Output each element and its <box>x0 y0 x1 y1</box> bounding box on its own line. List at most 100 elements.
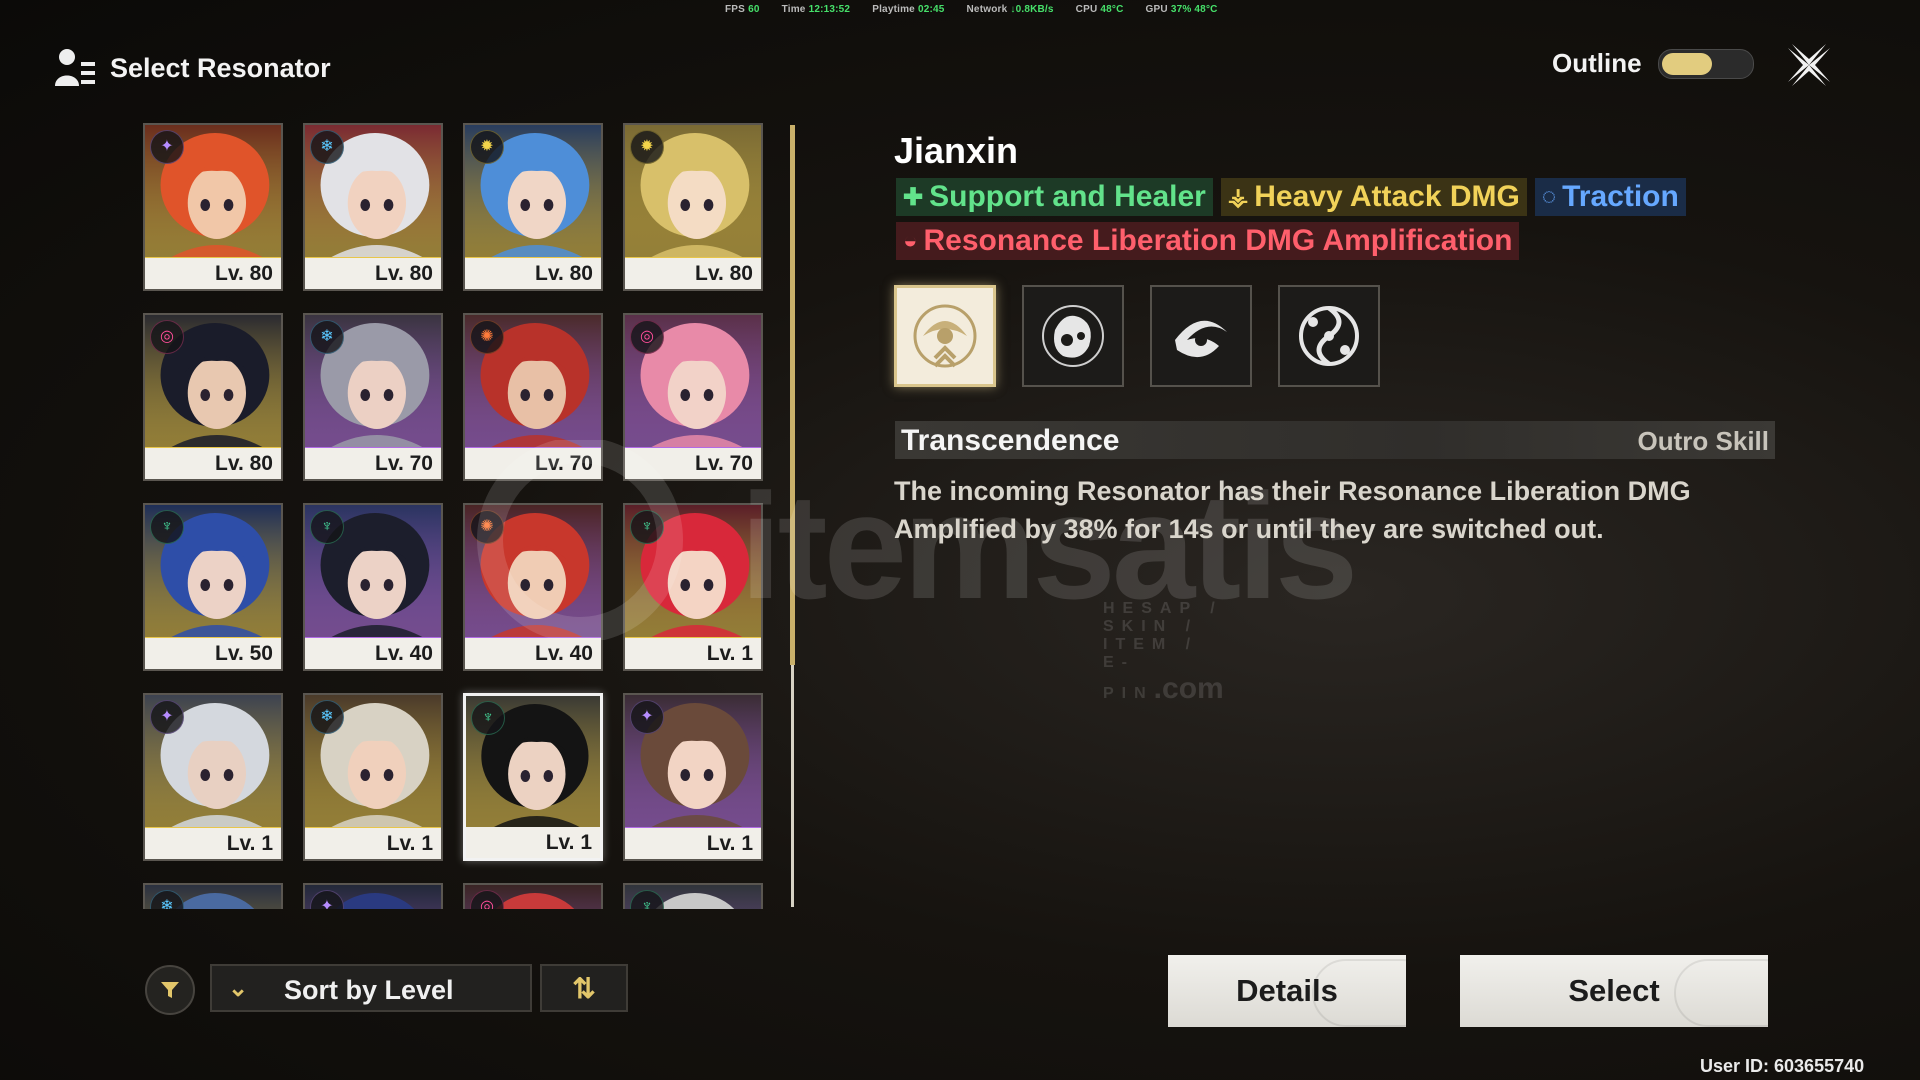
resonator-level: Lv. 70 <box>375 452 433 475</box>
outline-label: Outline <box>1552 48 1642 78</box>
fusion-icon: ✺ <box>470 320 504 354</box>
resonator-level: Lv. 70 <box>535 452 593 475</box>
watermark-subtext: HESAP / SKIN / ITEM / E-PIN.com <box>1103 600 1224 705</box>
details-button[interactable]: Details <box>1168 955 1406 1027</box>
level-bar: Lv. 70 <box>305 448 441 479</box>
user-id: User ID: 603655740 <box>1700 1056 1865 1076</box>
tag-label: Resonance Liberation DMG Amplification <box>923 224 1513 257</box>
select-button[interactable]: Select <box>1460 955 1768 1027</box>
level-bar: Lv. 50 <box>145 638 281 669</box>
filter-button[interactable] <box>145 965 195 1015</box>
glacio-icon: ❄ <box>310 130 344 164</box>
roster-scroll-thumb[interactable] <box>790 125 795 665</box>
character-tags: ✚ Support and Healer ⚶ Heavy Attack DMG ◌ Tra… <box>896 178 1766 266</box>
resonator-level: Lv. 80 <box>215 262 273 285</box>
skill-icons <box>894 285 1380 387</box>
level-bar: Lv. 80 <box>305 258 441 289</box>
outro-skill-icon <box>913 304 977 368</box>
resonator-card[interactable]: Lv. 40 ♆ <box>303 503 443 671</box>
support-healer-icon: ✚ <box>903 183 924 211</box>
resonator-grid[interactable]: Lv. 80 ✦ Lv. 80 ❄ Lv. 80 ✹ Lv. 80 ✹ Lv. 80 ◎ Lv. 7… <box>143 123 779 909</box>
fps-readout: FPS 60 <box>725 4 760 15</box>
skill-name: Transcendence <box>901 424 1120 457</box>
close-icon <box>1788 44 1830 86</box>
sort-dropdown[interactable]: ⌄ Sort by Level <box>210 964 532 1012</box>
skill-header: Transcendence Outro Skill <box>895 421 1775 459</box>
filter-icon <box>161 982 179 998</box>
heavy-attack-icon: ⚶ <box>1227 183 1249 211</box>
havoc-icon: ◎ <box>630 320 664 354</box>
resonator-card[interactable]: Lv. 70 ✺ <box>463 313 603 481</box>
skill-slot[interactable] <box>894 285 996 387</box>
glacio-icon: ❄ <box>310 320 344 354</box>
level-bar: Lv. 1 <box>466 827 600 858</box>
fist-skill-icon <box>1042 305 1104 367</box>
vortex-skill-icon <box>1299 305 1359 367</box>
resonator-card[interactable]: Lv. 80 ✦ <box>143 123 283 291</box>
skill-slot[interactable] <box>1022 285 1124 387</box>
level-bar: Lv. 70 <box>465 448 601 479</box>
resonator-card[interactable]: ♆ <box>623 883 763 909</box>
resonator-level: Lv. 1 <box>706 642 753 665</box>
skill-type: Outro Skill <box>1637 426 1769 456</box>
whirlwind-skill-icon <box>1175 320 1227 358</box>
sort-label: Sort by Level <box>284 975 454 1005</box>
cpu-readout: CPU 48°C <box>1075 4 1124 15</box>
level-bar: Lv. 1 <box>145 828 281 859</box>
resonator-card[interactable]: Lv. 80 ✹ <box>623 123 763 291</box>
resonator-card[interactable]: Lv. 80 ❄ <box>303 123 443 291</box>
resonator-card[interactable]: ◎ <box>463 883 603 909</box>
character-tag: ◌ Traction <box>1534 178 1686 216</box>
glacio-icon: ❄ <box>310 700 344 734</box>
outline-toggle[interactable] <box>1657 48 1754 79</box>
resonator-card[interactable]: Lv. 40 ✺ <box>463 503 603 671</box>
resonator-card[interactable]: Lv. 70 ◎ <box>623 313 763 481</box>
level-bar: Lv. 80 <box>465 258 601 289</box>
sort-order-button[interactable]: ⇅ <box>540 964 628 1012</box>
sort-order-icon: ⇅ <box>572 972 596 1004</box>
aero-icon: ♆ <box>150 510 184 544</box>
spectro-icon: ✹ <box>630 130 664 164</box>
havoc-icon: ◎ <box>150 320 184 354</box>
resonator-level: Lv. 80 <box>375 262 433 285</box>
resonator-card[interactable]: Lv. 1 ❄ <box>303 693 443 861</box>
skill-slot[interactable] <box>1278 285 1380 387</box>
resonator-card[interactable]: ✦ <box>303 883 443 909</box>
page-title: Select Resonator <box>110 52 331 83</box>
resonator-card[interactable]: ❄ <box>143 883 283 909</box>
character-tag: ✚ Support and Healer <box>896 178 1213 216</box>
resonator-level: Lv. 80 <box>535 262 593 285</box>
level-bar: Lv. 1 <box>625 638 761 669</box>
status-bar: FPS 60 Time 12:13:52 Playtime 02:45 Network… <box>725 4 1218 15</box>
resonator-level: Lv. 1 <box>706 832 753 855</box>
time-readout: Time 12:13:52 <box>781 4 851 15</box>
level-bar: Lv. 40 <box>465 638 601 669</box>
close-button[interactable] <box>1784 40 1834 90</box>
character-tag: ◒ Resonance Liberation DMG Amplification <box>896 222 1520 260</box>
havoc-wind-icon: ✦ <box>630 700 664 734</box>
resonator-card[interactable]: Lv. 50 ♆ <box>143 503 283 671</box>
level-bar: Lv. 70 <box>625 448 761 479</box>
tag-label: Support and Healer <box>929 180 1206 213</box>
resonator-level: Lv. 1 <box>545 831 592 854</box>
character-name: Jianxin <box>894 130 1019 171</box>
resonator-level: Lv. 1 <box>226 832 273 855</box>
resonator-level: Lv. 40 <box>535 642 593 665</box>
level-bar: Lv. 1 <box>625 828 761 859</box>
resonator-card[interactable]: Lv. 1 ♆ <box>623 503 763 671</box>
gpu-readout: GPU 37% 48°C <box>1145 4 1218 15</box>
resonator-card[interactable]: Lv. 70 ❄ <box>303 313 443 481</box>
aero-icon: ♆ <box>310 510 344 544</box>
select-label: Select <box>1568 973 1660 1008</box>
skill-description: The incoming Resonator has their Resonan… <box>894 476 1691 544</box>
resonator-card[interactable]: Lv. 80 ✹ <box>463 123 603 291</box>
chevron-down-icon: ⌄ <box>228 975 249 1002</box>
level-bar: Lv. 40 <box>305 638 441 669</box>
skill-slot[interactable] <box>1150 285 1252 387</box>
resonator-card[interactable]: Lv. 80 ◎ <box>143 313 283 481</box>
resonator-level: Lv. 80 <box>215 452 273 475</box>
resonator-card[interactable]: Lv. 1 ♆ <box>463 693 603 861</box>
resonator-card[interactable]: Lv. 1 ✦ <box>143 693 283 861</box>
resonator-level: Lv. 70 <box>695 452 753 475</box>
resonator-card[interactable]: Lv. 1 ✦ <box>623 693 763 861</box>
